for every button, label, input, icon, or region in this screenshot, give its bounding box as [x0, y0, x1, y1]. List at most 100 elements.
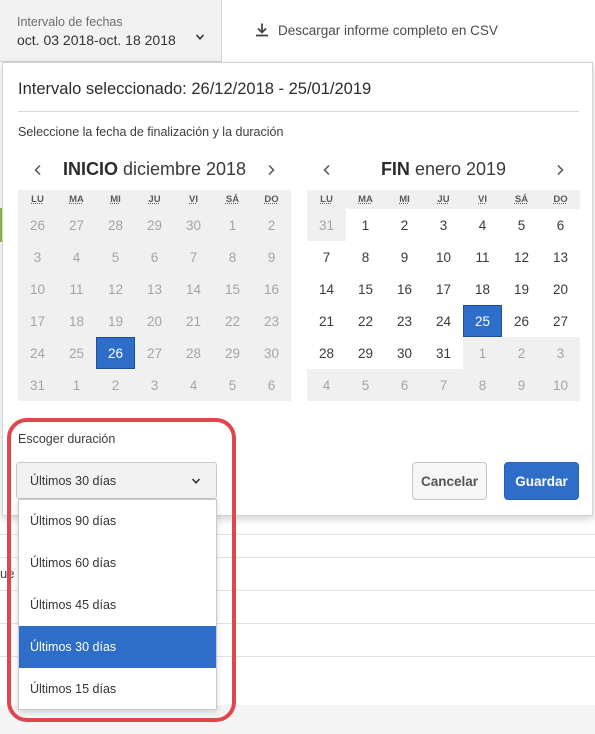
day-cell[interactable]: 31 [424, 337, 463, 369]
day-cell[interactable]: 7 [174, 241, 213, 273]
day-cell[interactable]: 21 [307, 305, 346, 337]
day-cell[interactable]: 12 [502, 241, 541, 273]
day-cell[interactable]: 1 [213, 209, 252, 241]
day-cell[interactable]: 5 [96, 241, 135, 273]
day-cell[interactable]: 9 [252, 241, 291, 273]
day-cell[interactable]: 18 [463, 273, 502, 305]
day-cell[interactable]: 23 [252, 305, 291, 337]
day-cell[interactable]: 17 [424, 273, 463, 305]
day-cell[interactable]: 4 [57, 241, 96, 273]
day-cell[interactable]: 1 [463, 337, 502, 369]
day-cell[interactable]: 10 [424, 241, 463, 273]
day-cell[interactable]: 4 [307, 369, 346, 401]
day-cell[interactable]: 5 [502, 209, 541, 241]
download-csv-link[interactable]: Descargar informe completo en CSV [254, 22, 498, 38]
day-cell[interactable]: 29 [213, 337, 252, 369]
day-cell[interactable]: 20 [135, 305, 174, 337]
day-cell[interactable]: 10 [18, 273, 57, 305]
day-cell[interactable]: 3 [424, 209, 463, 241]
date-range-picker[interactable]: Intervalo de fechas oct. 03 2018-oct. 18… [0, 0, 222, 62]
day-cell[interactable]: 2 [502, 337, 541, 369]
duration-select[interactable]: Últimos 30 días [16, 462, 217, 499]
day-cell[interactable]: 2 [385, 209, 424, 241]
day-cell[interactable]: 8 [213, 241, 252, 273]
day-cell[interactable]: 27 [541, 305, 580, 337]
day-cell[interactable]: 2 [96, 369, 135, 401]
day-cell[interactable]: 27 [135, 337, 174, 369]
day-cell[interactable]: 18 [57, 305, 96, 337]
day-cell[interactable]: 28 [174, 337, 213, 369]
selected-day-cell[interactable]: 26 [96, 337, 135, 369]
day-cell[interactable]: 6 [541, 209, 580, 241]
day-cell[interactable]: 13 [541, 241, 580, 273]
chevron-down-icon [195, 34, 205, 40]
day-cell[interactable]: 4 [463, 209, 502, 241]
duration-option[interactable]: Últimos 90 días [19, 500, 216, 542]
day-cell[interactable]: 2 [252, 209, 291, 241]
day-cell[interactable]: 6 [385, 369, 424, 401]
day-cell[interactable]: 28 [96, 209, 135, 241]
cancel-button[interactable]: Cancelar [412, 462, 487, 500]
weekday-header: MA [69, 194, 84, 205]
day-cell[interactable]: 16 [385, 273, 424, 305]
day-cell[interactable]: 31 [307, 209, 346, 241]
day-cell[interactable]: 4 [174, 369, 213, 401]
day-cell[interactable]: 14 [174, 273, 213, 305]
day-cell[interactable]: 20 [541, 273, 580, 305]
chevron-right-icon[interactable] [263, 162, 279, 178]
day-cell[interactable]: 6 [135, 241, 174, 273]
day-cell[interactable]: 6 [252, 369, 291, 401]
duration-option[interactable]: Últimos 15 días [19, 668, 216, 710]
day-cell[interactable]: 5 [213, 369, 252, 401]
day-cell[interactable]: 30 [174, 209, 213, 241]
day-cell[interactable]: 10 [541, 369, 580, 401]
day-cell[interactable]: 1 [57, 369, 96, 401]
day-cell[interactable]: 3 [18, 241, 57, 273]
day-cell[interactable]: 22 [346, 305, 385, 337]
day-cell[interactable]: 30 [252, 337, 291, 369]
day-cell[interactable]: 21 [174, 305, 213, 337]
day-cell[interactable]: 15 [213, 273, 252, 305]
day-cell[interactable]: 24 [424, 305, 463, 337]
day-cell[interactable]: 9 [502, 369, 541, 401]
day-cell[interactable]: 26 [502, 305, 541, 337]
day-cell[interactable]: 27 [57, 209, 96, 241]
day-cell[interactable]: 26 [18, 209, 57, 241]
day-cell[interactable]: 25 [57, 337, 96, 369]
save-button[interactable]: Guardar [504, 462, 579, 500]
day-cell[interactable]: 8 [346, 241, 385, 273]
day-cell[interactable]: 1 [346, 209, 385, 241]
day-cell[interactable]: 31 [18, 369, 57, 401]
day-cell[interactable]: 7 [307, 241, 346, 273]
duration-option[interactable]: Últimos 45 días [19, 584, 216, 626]
day-cell[interactable]: 17 [18, 305, 57, 337]
day-cell[interactable]: 5 [346, 369, 385, 401]
day-cell[interactable]: 19 [96, 305, 135, 337]
day-cell[interactable]: 7 [424, 369, 463, 401]
selected-day-cell[interactable]: 25 [463, 305, 502, 337]
duration-option[interactable]: Últimos 30 días [19, 626, 216, 668]
day-cell[interactable]: 8 [463, 369, 502, 401]
day-cell[interactable]: 19 [502, 273, 541, 305]
day-cell[interactable]: 16 [252, 273, 291, 305]
day-cell[interactable]: 23 [385, 305, 424, 337]
day-cell[interactable]: 29 [346, 337, 385, 369]
day-cell[interactable]: 30 [385, 337, 424, 369]
day-cell[interactable]: 12 [96, 273, 135, 305]
day-cell[interactable]: 29 [135, 209, 174, 241]
duration-option[interactable]: Últimos 60 días [19, 542, 216, 584]
day-cell[interactable]: 14 [307, 273, 346, 305]
day-cell[interactable]: 9 [385, 241, 424, 273]
day-cell[interactable]: 3 [135, 369, 174, 401]
day-cell[interactable]: 28 [307, 337, 346, 369]
weekday-header: DO [264, 194, 279, 205]
chevron-right-icon[interactable] [552, 162, 568, 178]
day-cell[interactable]: 11 [463, 241, 502, 273]
day-cell[interactable]: 13 [135, 273, 174, 305]
day-cell[interactable]: 22 [213, 305, 252, 337]
day-cell[interactable]: 11 [57, 273, 96, 305]
day-cell[interactable]: 15 [346, 273, 385, 305]
day-cell[interactable]: 24 [18, 337, 57, 369]
day-cell[interactable]: 3 [541, 337, 580, 369]
calendar-grid: LU MA MI JU VI SÁ DO 31 1 2 3 4 5 6 7 8 9 10 11 12 13 14 15 16 1… [307, 190, 580, 401]
